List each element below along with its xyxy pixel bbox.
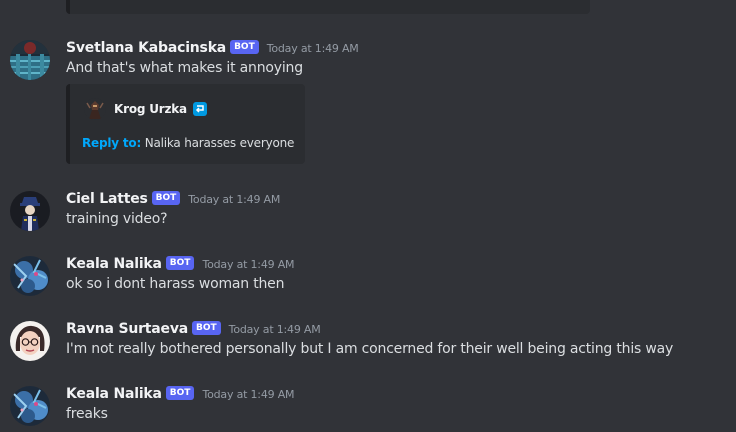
reply-text: Nalika harasses everyone — [144, 136, 295, 150]
dark-character-avatar-icon — [84, 98, 106, 120]
message-content: freaks — [66, 406, 108, 422]
timestamp: Today at 1:49 AM — [202, 387, 295, 401]
message-item: Keala Nalika BOT Today at 1:49 AM freaks — [0, 384, 736, 428]
bot-badge: BOT — [165, 256, 195, 270]
username[interactable]: Svetlana Kabacinska — [66, 40, 226, 56]
username[interactable]: Ravna Surtaeva — [66, 321, 188, 337]
username[interactable]: Keala Nalika — [66, 256, 162, 272]
timestamp: Today at 1:49 AM — [188, 192, 281, 206]
glasses-woman-avatar-icon[interactable] — [10, 321, 50, 361]
message-header: Svetlana Kabacinska BOT Today at 1:49 AM — [66, 38, 359, 58]
embed-author-name[interactable]: Krog Urzka — [114, 102, 187, 116]
message-item: Ciel Lattes BOT Today at 1:49 AM trainin… — [0, 189, 736, 233]
message-content: ok so i dont harass woman then — [66, 276, 285, 292]
bot-badge: BOT — [230, 40, 259, 54]
message-content: And that's what makes it annoying — [66, 60, 303, 76]
username[interactable]: Keala Nalika — [66, 386, 162, 402]
message-content: I'm not really bothered personally but I… — [66, 341, 674, 357]
chat-message-list: Svetlana Kabacinska BOT Today at 1:49 AM… — [0, 0, 736, 432]
blue-creature-avatar-icon[interactable] — [10, 386, 50, 426]
message-content: training video? — [66, 211, 168, 227]
bot-badge: BOT — [165, 386, 195, 400]
reply-description: Reply to: Nalika harasses everyone — [82, 136, 294, 150]
message-header: Keala Nalika BOT Today at 1:49 AM — [66, 254, 295, 274]
message-header: Ravna Surtaeva BOT Today at 1:49 AM — [66, 319, 321, 339]
embed-author: Krog Urzka — [84, 98, 207, 120]
message-item: Svetlana Kabacinska BOT Today at 1:49 AM… — [0, 38, 736, 168]
reply-arrow-icon — [192, 102, 207, 116]
username[interactable]: Ciel Lattes — [66, 191, 148, 207]
blue-creature-avatar-icon[interactable] — [10, 256, 50, 296]
blue-hat-character-avatar-icon[interactable] — [10, 191, 50, 231]
previous-message-embed — [66, 0, 590, 14]
blue-glitch-avatar-icon[interactable] — [10, 40, 50, 80]
message-item: Ravna Surtaeva BOT Today at 1:49 AM I'm … — [0, 319, 736, 363]
message-item: Keala Nalika BOT Today at 1:49 AM ok so … — [0, 254, 736, 298]
message-header: Ciel Lattes BOT Today at 1:49 AM — [66, 189, 280, 209]
reply-embed: Krog Urzka Reply to: Nalika harasses eve… — [66, 84, 305, 164]
message-header: Keala Nalika BOT Today at 1:49 AM — [66, 384, 295, 404]
timestamp: Today at 1:49 AM — [266, 41, 359, 55]
timestamp: Today at 1:49 AM — [202, 257, 295, 271]
bot-badge: BOT — [151, 191, 181, 205]
bot-badge: BOT — [192, 321, 221, 335]
reply-label: Reply to: — [82, 136, 142, 150]
timestamp: Today at 1:49 AM — [228, 322, 321, 336]
